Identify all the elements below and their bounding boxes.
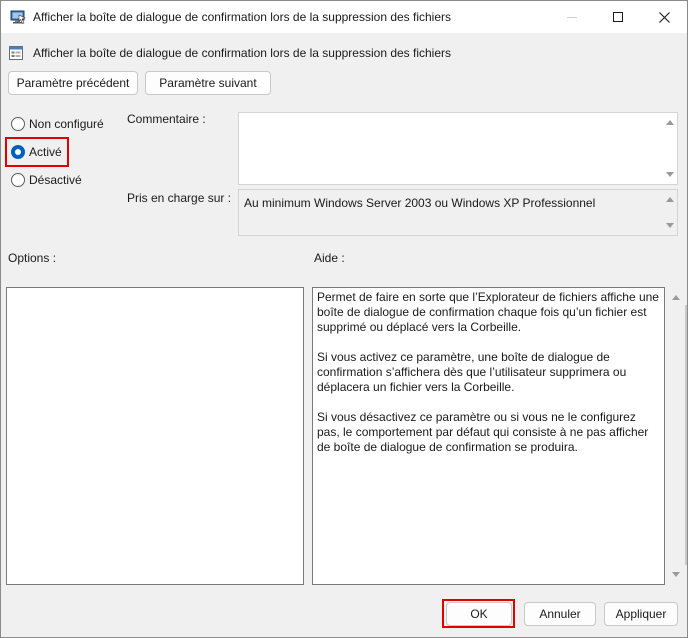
scroll-down-icon[interactable]: [666, 223, 674, 228]
radio-label: Non configuré: [29, 117, 104, 131]
next-setting-button[interactable]: Paramètre suivant: [145, 71, 271, 95]
radio-label: Désactivé: [29, 173, 82, 187]
setting-header: Afficher la boîte de dialogue de confirm…: [8, 44, 678, 62]
enabled-highlight-box: [5, 137, 69, 167]
options-label: Options :: [8, 251, 57, 265]
radio-disabled[interactable]: Désactivé: [11, 171, 82, 189]
scroll-up-icon[interactable]: [672, 295, 680, 300]
apply-button[interactable]: Appliquer: [604, 602, 678, 626]
close-icon: [658, 11, 670, 23]
radio-circle: [11, 117, 25, 131]
window-title: Afficher la boîte de dialogue de confirm…: [33, 10, 452, 24]
scroll-up-icon[interactable]: [666, 120, 674, 125]
close-button[interactable]: [641, 1, 687, 33]
comment-label: Commentaire :: [127, 112, 206, 126]
policy-editor-icon: [10, 9, 26, 25]
help-label: Aide :: [314, 251, 345, 265]
scroll-up-icon[interactable]: [666, 197, 674, 202]
help-panel: Permet de faire en sorte que l’Explorate…: [312, 287, 665, 585]
maximize-icon: [613, 12, 623, 22]
setting-document-icon: [8, 45, 24, 61]
options-panel: [6, 287, 304, 585]
help-text: Permet de faire en sorte que l’Explorate…: [317, 290, 659, 470]
scroll-down-icon[interactable]: [666, 172, 674, 177]
scrollbar-thumb[interactable]: [685, 305, 687, 565]
supported-on-value: Au minimum Windows Server 2003 ou Window…: [244, 196, 596, 210]
title-bar[interactable]: Afficher la boîte de dialogue de confirm…: [1, 1, 687, 33]
supported-on-field: Au minimum Windows Server 2003 ou Window…: [238, 189, 678, 236]
scroll-down-icon[interactable]: [672, 572, 680, 577]
comment-textarea[interactable]: [238, 112, 678, 185]
help-paragraph: Si vous désactivez ce paramètre ou si vo…: [317, 410, 649, 454]
radio-circle: [11, 173, 25, 187]
help-scrollbar[interactable]: [665, 287, 687, 585]
minimize-icon: [567, 16, 577, 18]
radio-not-configured[interactable]: Non configuré: [11, 115, 104, 133]
setting-heading: Afficher la boîte de dialogue de confirm…: [33, 46, 452, 60]
ok-highlight-box: [442, 599, 515, 628]
dialog-window: Afficher la boîte de dialogue de confirm…: [0, 0, 688, 638]
minimize-button[interactable]: [549, 1, 595, 33]
previous-setting-button[interactable]: Paramètre précédent: [8, 71, 138, 95]
supported-on-label: Pris en charge sur :: [127, 191, 232, 205]
help-paragraph: Permet de faire en sorte que l’Explorate…: [317, 290, 659, 334]
help-paragraph: Si vous activez ce paramètre, une boîte …: [317, 350, 627, 394]
cancel-button[interactable]: Annuler: [524, 602, 596, 626]
maximize-button[interactable]: [595, 1, 641, 33]
